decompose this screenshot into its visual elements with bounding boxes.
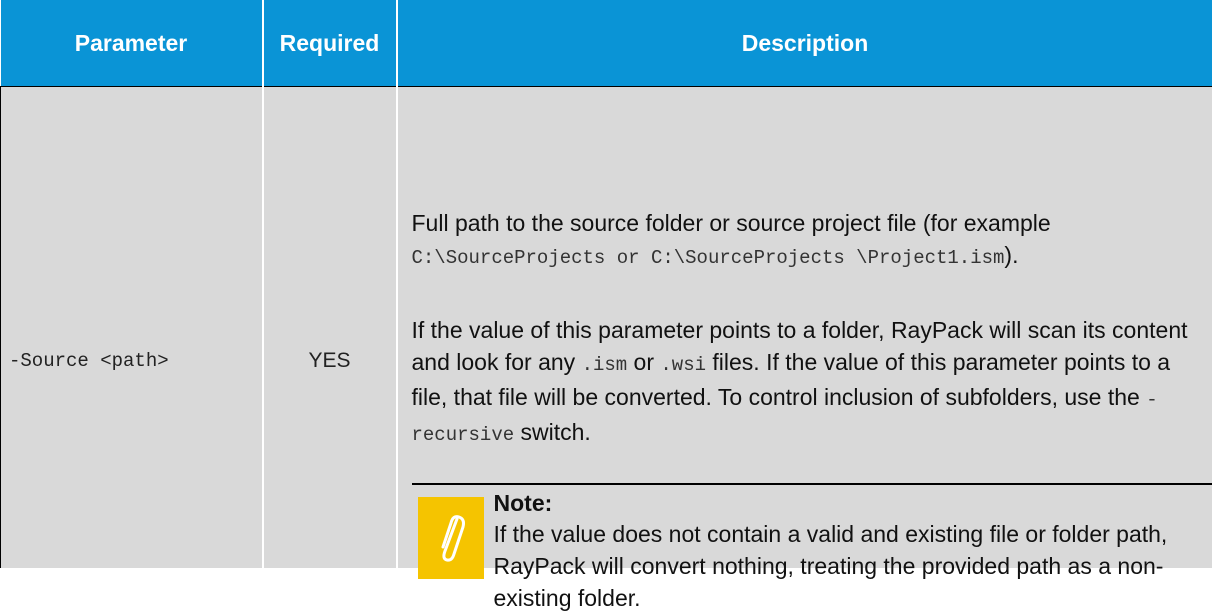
required-cell: YES xyxy=(263,87,397,568)
code-connector: or xyxy=(605,247,651,269)
desc-text: switch. xyxy=(514,419,591,445)
table-row: -Source <path> YES Full path to the sour… xyxy=(1,87,1212,568)
description-paragraph-1: Full path to the source folder or source… xyxy=(412,207,1205,274)
header-parameter: Parameter xyxy=(1,0,263,87)
code-source-project: C:\SourceProjects \Project1.ism xyxy=(651,247,1004,269)
parameter-cell: -Source <path> xyxy=(1,87,263,568)
code-ism: .ism xyxy=(582,354,628,376)
header-required: Required xyxy=(263,0,397,87)
description-cell: Full path to the source folder or source… xyxy=(397,87,1212,568)
desc-text: Full path to the source folder or source… xyxy=(412,210,1051,236)
note-divider xyxy=(412,483,1212,485)
note-title: Note: xyxy=(494,490,553,517)
note-body: If the value does not contain a valid an… xyxy=(494,518,1205,614)
parameter-name: -Source <path> xyxy=(9,350,169,372)
required-value: YES xyxy=(264,349,396,373)
desc-text: or xyxy=(627,349,660,375)
code-wsi: .wsi xyxy=(660,354,706,376)
parameter-table: Parameter Required Description -Source <… xyxy=(0,0,1212,568)
desc-text: ). xyxy=(1004,242,1018,268)
description-paragraph-2: If the value of this parameter points to… xyxy=(412,314,1205,451)
code-source-folder: C:\SourceProjects xyxy=(412,247,606,269)
header-description: Description xyxy=(397,0,1212,87)
table-header-row: Parameter Required Description xyxy=(1,0,1212,87)
